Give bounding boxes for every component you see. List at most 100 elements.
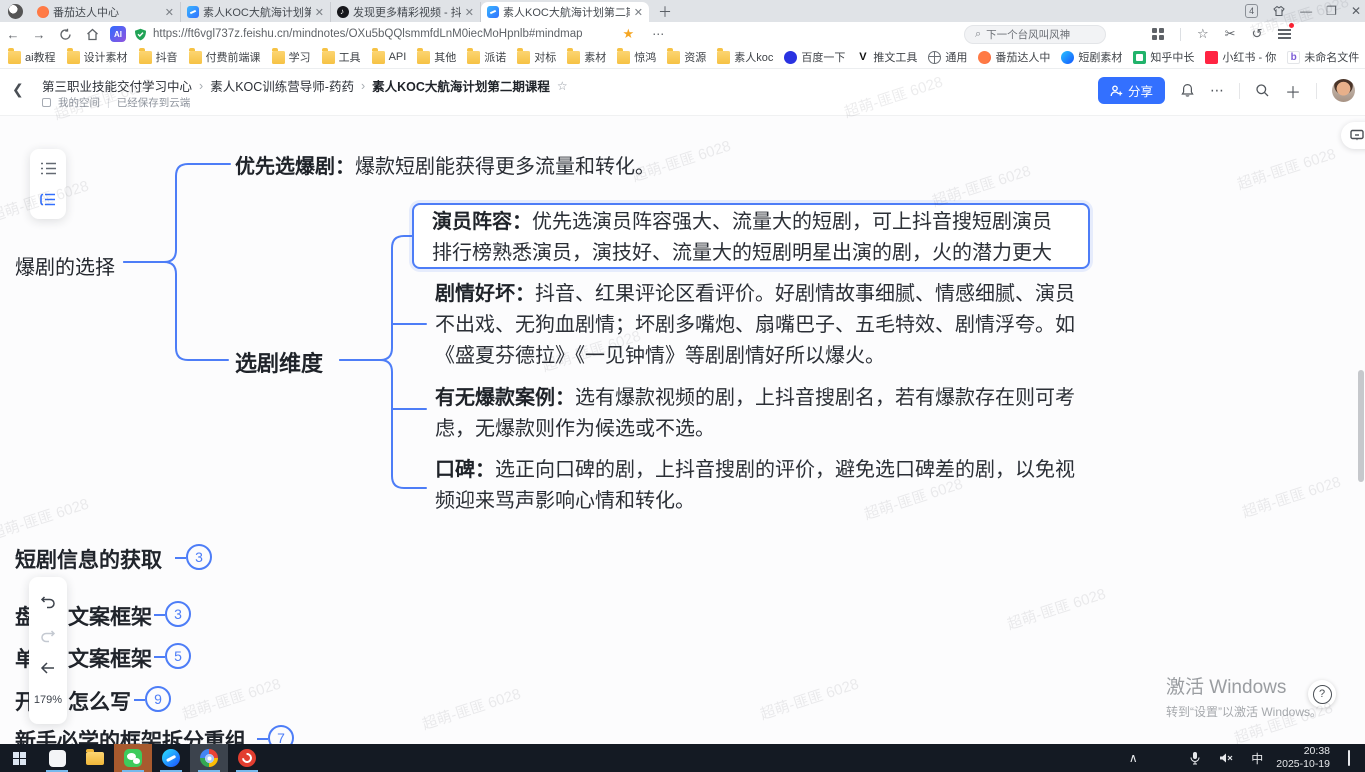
volume-muted-icon[interactable]: [1214, 752, 1238, 764]
taskbar-feishu[interactable]: [152, 744, 190, 772]
breadcrumb-item[interactable]: 第三职业技能交付学习中心: [42, 76, 192, 95]
scissors-icon[interactable]: ✂: [1225, 26, 1236, 42]
bookmark-item[interactable]: 短剧素材: [1061, 49, 1122, 65]
omnibox-more-icon[interactable]: ⋯: [652, 27, 664, 41]
mindmap-canvas[interactable]: 爆剧的选择 优先选爆剧：爆款短剧能获得更多流量和转化。 选剧维度 演员阵容：优先…: [0, 116, 1365, 744]
mindmap-node-info-source[interactable]: 短剧信息的获取 3: [15, 544, 162, 572]
bookmark-item[interactable]: ai教程: [8, 49, 56, 65]
redo-icon[interactable]: [40, 629, 56, 643]
bookmark-item[interactable]: 派诺: [467, 49, 506, 65]
new-tab-button[interactable]: ＋: [655, 2, 675, 22]
bookmark-item[interactable]: API: [372, 51, 407, 64]
taskbar-file-explorer[interactable]: [76, 744, 114, 772]
forward-icon[interactable]: →: [26, 27, 52, 42]
mindmap-node-hit-cases[interactable]: 有无爆款案例：选有爆款视频的剧，上抖音搜剧名，若有爆款存在则可考虑，无爆款则作为…: [435, 383, 1080, 445]
user-avatar[interactable]: [1332, 79, 1355, 102]
mindmap-node-dimension[interactable]: 选剧维度: [235, 346, 323, 378]
document-title[interactable]: 素人KOC大航海计划第二期课程: [372, 76, 550, 95]
start-button[interactable]: [0, 744, 38, 772]
bookmark-item[interactable]: 资源: [667, 49, 706, 65]
bell-icon[interactable]: [1180, 83, 1195, 98]
tab-close-icon[interactable]: ✕: [634, 6, 643, 19]
mindmap-node-reputation[interactable]: 口碑：选正向口碑的剧，上抖音搜剧的评价，避免选口碑差的剧，以免视频迎来骂声影响心…: [435, 455, 1080, 517]
ai-assistant-icon[interactable]: AI: [110, 26, 126, 42]
browser-tab-2[interactable]: 素人KOC大航海计划第二期 ✕: [181, 2, 331, 22]
bookmark-item[interactable]: 对标: [517, 49, 556, 65]
favorites-edit-icon[interactable]: ☆: [1197, 26, 1209, 42]
zoom-level-label[interactable]: 179%: [34, 694, 62, 706]
add-icon[interactable]: ＋: [1285, 79, 1301, 103]
children-count-badge[interactable]: 3: [165, 601, 191, 627]
home-icon[interactable]: [86, 28, 99, 41]
bookmark-item[interactable]: 通用: [928, 49, 967, 65]
children-count-badge[interactable]: 3: [186, 544, 212, 570]
tab-close-icon[interactable]: ✕: [465, 6, 474, 19]
bookmark-item[interactable]: 番茄达人中: [978, 49, 1050, 65]
minimize-button[interactable]: —: [1300, 4, 1312, 18]
taskbar-wechat-active[interactable]: [114, 744, 152, 772]
vertical-scrollbar-thumb[interactable]: [1358, 370, 1364, 482]
taskbar-app-search[interactable]: [38, 744, 76, 772]
browser-tab-4-active[interactable]: 素人KOC大航海计划第二期 ✕: [481, 2, 649, 22]
children-count-badge[interactable]: 7: [268, 725, 294, 744]
browser-profile-icon[interactable]: [8, 4, 23, 19]
browser-menu-icon[interactable]: [1278, 27, 1291, 42]
share-button[interactable]: 分享: [1098, 77, 1165, 104]
taskbar-360-app[interactable]: [228, 744, 266, 772]
space-label[interactable]: 我的空间: [58, 95, 100, 110]
close-button[interactable]: ✕: [1351, 4, 1361, 18]
action-center-icon[interactable]: [1337, 751, 1361, 765]
bookmark-item[interactable]: 推文工具: [856, 49, 917, 65]
help-button[interactable]: ?: [1308, 680, 1336, 708]
bookmark-item[interactable]: 工具: [322, 49, 361, 65]
more-actions-icon[interactable]: ⋯: [1210, 82, 1224, 99]
mindmap-node-priority[interactable]: 优先选爆剧：爆款短剧能获得更多流量和转化。: [235, 152, 655, 183]
reload-icon[interactable]: [59, 28, 72, 41]
tab-count-badge[interactable]: 4: [1245, 4, 1258, 18]
outline-view-icon[interactable]: [40, 161, 57, 176]
bookmark-item[interactable]: 素人koc: [717, 49, 773, 65]
children-count-badge[interactable]: 9: [145, 686, 171, 712]
breadcrumb-item[interactable]: 素人KOC训练营导师-药药: [210, 76, 354, 95]
bookmark-item[interactable]: 抖音: [139, 49, 178, 65]
taskbar-browser-active[interactable]: [190, 744, 228, 772]
mindmap-node-remix[interactable]: 新手必学的框架拆分重组 7: [15, 725, 246, 744]
taskbar-clock[interactable]: 20:38 2025-10-19: [1276, 745, 1330, 771]
undo-icon[interactable]: [40, 595, 56, 609]
locate-back-icon[interactable]: [40, 662, 56, 674]
tab-close-icon[interactable]: ✕: [165, 6, 174, 19]
apps-grid-icon[interactable]: [1152, 28, 1164, 40]
doc-search-icon[interactable]: [1255, 83, 1270, 98]
favorite-star-icon[interactable]: ☆: [557, 79, 568, 93]
children-count-badge[interactable]: 5: [165, 643, 191, 669]
back-icon[interactable]: ←: [0, 27, 26, 42]
microphone-icon[interactable]: [1183, 751, 1207, 765]
tray-expand-chevron-icon[interactable]: ∧: [1121, 751, 1145, 765]
bookmark-item[interactable]: 知乎中长: [1133, 49, 1194, 65]
mindmap-node-cast-selected[interactable]: 演员阵容：优先选演员阵容强大、流量大的短剧，可上抖音搜短剧演员排行榜熟悉演员，演…: [412, 203, 1090, 269]
theme-shirt-icon[interactable]: [1272, 5, 1286, 17]
bookmark-item[interactable]: 小红书 - 你: [1205, 49, 1276, 65]
bookmark-item[interactable]: 付费前端课: [189, 49, 261, 65]
browser-tab-3[interactable]: 发现更多精彩视频 - 抖音搜索 ✕: [331, 2, 481, 22]
bookmark-item[interactable]: 其他: [417, 49, 456, 65]
address-bar[interactable]: https://ft6vgl737z.feishu.cn/mindnotes/O…: [134, 26, 934, 42]
browser-tab-1[interactable]: 番茄达人中心 ✕: [31, 2, 181, 22]
bookmark-star-icon[interactable]: ★: [623, 26, 635, 42]
quick-search-box[interactable]: ⌕ 下一个台风叫风神: [964, 25, 1106, 44]
tab-close-icon[interactable]: ✕: [315, 6, 324, 19]
back-chevron-icon[interactable]: ❮: [12, 81, 24, 98]
bookmark-item[interactable]: 百度一下: [784, 49, 845, 65]
ime-indicator[interactable]: 中: [1245, 750, 1269, 767]
mindmap-root-node[interactable]: 爆剧的选择: [15, 251, 115, 280]
comment-panel-button[interactable]: [1341, 122, 1365, 149]
bookmark-item[interactable]: 素材: [567, 49, 606, 65]
bookmark-item[interactable]: 未命名文件: [1287, 49, 1359, 65]
bookmark-item[interactable]: 设计素材: [67, 49, 128, 65]
mindmap-view-icon[interactable]: [40, 192, 57, 207]
bookmark-item[interactable]: 学习: [272, 49, 311, 65]
bookmark-item[interactable]: 惊鸿: [617, 49, 656, 65]
restore-button[interactable]: ❐: [1326, 4, 1337, 18]
history-undo-icon[interactable]: ↺: [1252, 26, 1263, 42]
mindmap-node-plot[interactable]: 剧情好坏：抖音、红果评论区看评价。好剧情故事细腻、情感细腻、演员不出戏、无狗血剧…: [435, 279, 1080, 372]
